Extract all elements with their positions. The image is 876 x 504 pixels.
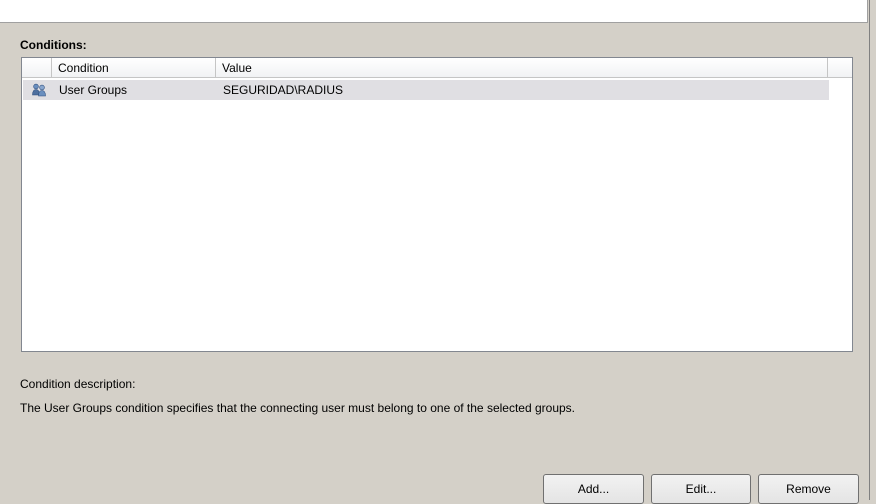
description-text: The User Groups condition specifies that… — [20, 401, 575, 415]
window-divider — [869, 0, 870, 500]
row-value: SEGURIDAD\RADIUS — [223, 83, 344, 97]
conditions-heading: Conditions: — [20, 38, 87, 52]
user-group-icon — [23, 80, 53, 100]
top-panel — [0, 0, 868, 23]
description-label: Condition description: — [20, 377, 136, 391]
list-header: Condition Value — [22, 58, 852, 79]
value-column-header[interactable]: Value — [216, 58, 828, 78]
empty-column-header — [828, 58, 852, 78]
row-condition: User Groups — [59, 83, 128, 97]
table-row[interactable]: User Groups SEGURIDAD\RADIUS — [23, 80, 829, 100]
condition-column-header[interactable]: Condition — [52, 58, 216, 78]
icon-column-header[interactable] — [22, 58, 52, 78]
conditions-list[interactable]: Condition Value User Groups SEGURIDAD\RA… — [21, 57, 853, 352]
